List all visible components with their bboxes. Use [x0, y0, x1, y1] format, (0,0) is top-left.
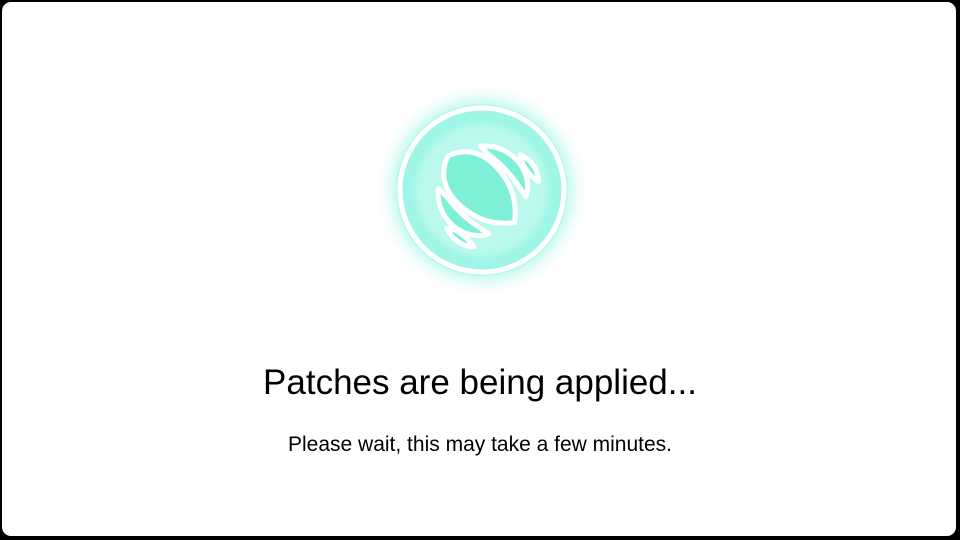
patching-dialog: Patches are being applied... Please wait… — [1, 1, 957, 537]
croissant-icon — [396, 104, 568, 276]
dialog-subtitle: Please wait, this may take a few minutes… — [288, 433, 672, 456]
dialog-title: Patches are being applied... — [263, 363, 697, 402]
croissant-logo — [382, 92, 582, 292]
